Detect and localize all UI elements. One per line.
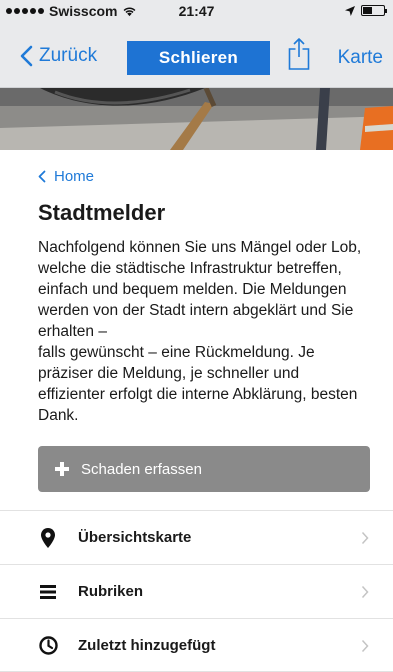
- intro-text: Nachfolgend können Sie uns Mängel oder L…: [38, 239, 362, 424]
- menu-item-categories[interactable]: Rubriken: [0, 564, 393, 618]
- menu-item-label: Zuletzt hinzugefügt: [78, 636, 216, 654]
- status-right: [345, 5, 387, 16]
- back-button[interactable]: Zurück: [20, 45, 97, 67]
- city-title-button[interactable]: Schlieren: [127, 41, 270, 75]
- chevron-left-icon: [38, 170, 46, 183]
- chevron-right-icon: [361, 585, 369, 599]
- status-bar: Swisscom 21:47: [0, 0, 393, 22]
- chevron-right-icon: [361, 639, 369, 653]
- map-button[interactable]: Karte: [338, 47, 383, 69]
- chevron-left-icon: [20, 45, 33, 67]
- menu-list: Übersichtskarte Rubriken Zuletzt hinzuge…: [0, 510, 393, 672]
- menu-item-recently-added[interactable]: Zuletzt hinzugefügt: [0, 618, 393, 672]
- status-time: 21:47: [178, 3, 215, 19]
- plus-icon: [55, 462, 69, 476]
- street-sweeping-photo: [0, 88, 393, 150]
- menu-item-label: Übersichtskarte: [78, 529, 192, 546]
- list-icon: [38, 582, 58, 602]
- menu-item-label: Rubriken: [78, 583, 144, 600]
- menu-item-overview-map[interactable]: Übersichtskarte: [0, 510, 393, 564]
- battery-icon: [361, 5, 387, 16]
- breadcrumb-label: Home: [54, 168, 95, 185]
- hero-image: [0, 88, 393, 150]
- navigation-bar: Zurück Schlieren Karte: [0, 22, 393, 88]
- map-pin-icon: [38, 527, 58, 548]
- page-title: Stadtmelder: [38, 200, 166, 225]
- report-damage-button[interactable]: Schaden erfassen: [38, 446, 370, 492]
- clock-icon: [38, 635, 58, 655]
- share-icon[interactable]: [288, 37, 310, 71]
- chevron-right-icon: [361, 531, 369, 545]
- location-arrow-icon: [345, 5, 355, 16]
- breadcrumb-home-link[interactable]: Home: [38, 168, 94, 185]
- report-damage-label: Schaden erfassen: [81, 460, 202, 478]
- back-label: Zurück: [39, 45, 98, 66]
